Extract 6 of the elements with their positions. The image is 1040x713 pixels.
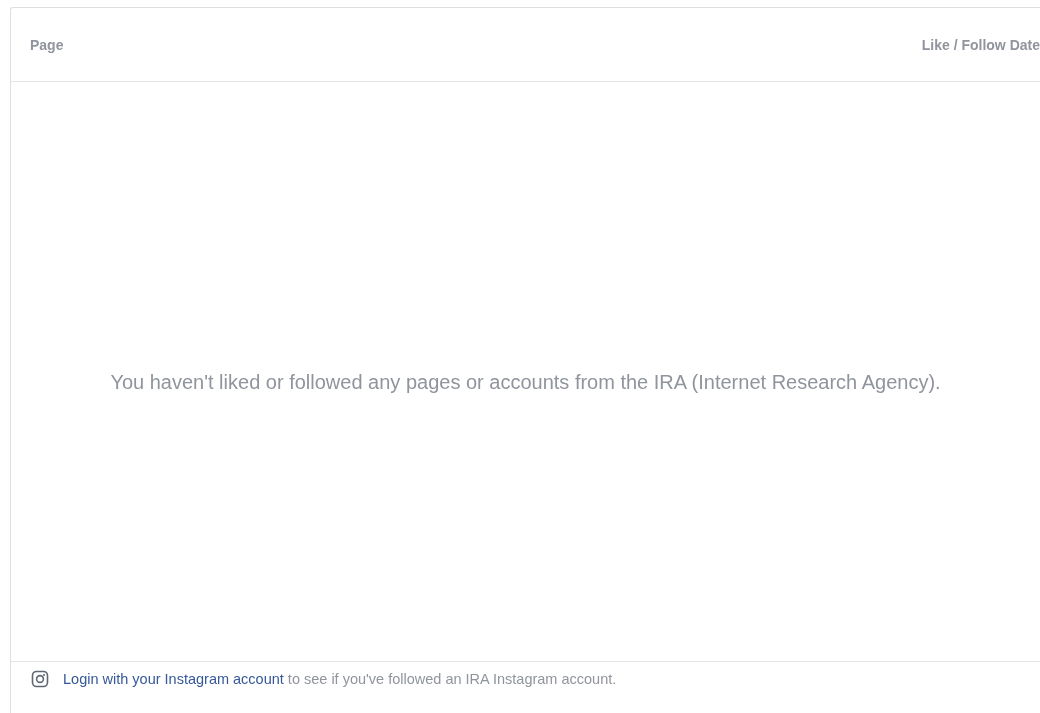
instagram-icon (31, 670, 49, 688)
column-header: Page (30, 36, 64, 53)
column-header: Like / Follow Date (921, 36, 1040, 53)
instagram-login-link[interactable]: Login with your Instagram account (63, 671, 284, 687)
empty-message: You haven't liked or followed any pages or accounts from the IRA (Internet Research Agency). (109, 369, 942, 395)
instagram-login-note: Login with your Instagram account to see if you've followed an IRA Instagram account. (63, 671, 617, 687)
